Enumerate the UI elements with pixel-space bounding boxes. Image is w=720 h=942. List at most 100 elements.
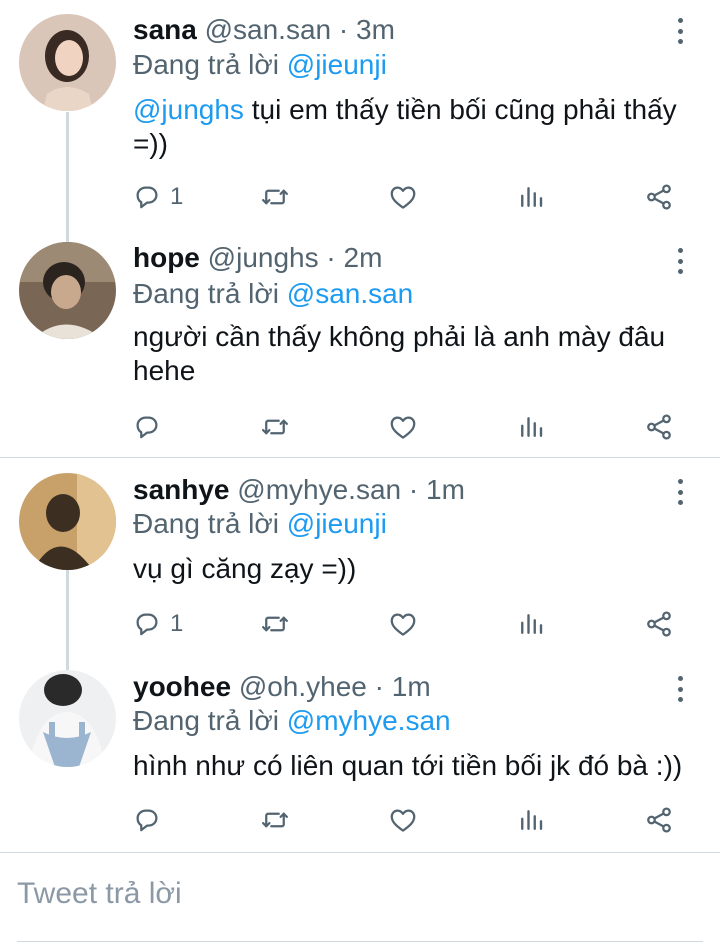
views-button[interactable] [516, 800, 546, 840]
reply-button[interactable]: 1 [132, 177, 183, 217]
reply-button[interactable] [132, 407, 170, 447]
action-bar: 1 [0, 177, 720, 217]
share-icon [644, 805, 674, 835]
user-handle[interactable]: @myhye.san [237, 474, 401, 505]
retweet-icon [260, 805, 290, 835]
like-button[interactable] [388, 800, 418, 840]
like-icon [388, 805, 418, 835]
display-name[interactable]: sana [133, 14, 197, 45]
share-button[interactable] [644, 407, 674, 447]
reply-to-mention[interactable]: @jieunji [287, 508, 387, 539]
tweet-text: vụ gì căng zạy =)) [133, 552, 693, 586]
user-handle[interactable]: @junghs [208, 242, 319, 273]
replying-prefix: Đang trả lời [133, 508, 279, 539]
reply-tweet[interactable]: yoohee @oh.yhee · 1m Đang trả lời @myhye… [0, 655, 720, 850]
tweet-body: hình như có liên quan tới tiền bối jk đó… [133, 750, 683, 781]
reply-tweet[interactable]: sanhye @myhye.san · 1m Đang trả lời @jie… [0, 458, 720, 658]
separator: · [374, 671, 384, 702]
display-name[interactable]: hope [133, 242, 200, 273]
replying-to: Đang trả lời @jieunji [133, 507, 387, 541]
mention-link[interactable]: @junghs [133, 94, 244, 125]
views-button[interactable] [516, 407, 546, 447]
views-icon [516, 412, 546, 442]
views-button[interactable] [516, 604, 546, 644]
timestamp[interactable]: 1m [392, 671, 431, 702]
tweet-body: vụ gì căng zạy =)) [133, 553, 357, 584]
like-icon [388, 412, 418, 442]
reply-icon [132, 412, 162, 442]
reply-to-mention[interactable]: @myhye.san [287, 705, 451, 736]
more-icon[interactable] [668, 246, 692, 276]
separator: · [326, 242, 336, 273]
reply-button[interactable] [132, 800, 170, 840]
more-icon[interactable] [668, 16, 692, 46]
separator: · [338, 14, 349, 45]
retweet-button[interactable] [260, 604, 290, 644]
retweet-button[interactable] [260, 177, 290, 217]
like-button[interactable] [388, 177, 418, 217]
views-icon [516, 182, 546, 212]
reply-icon [132, 609, 162, 639]
reply-to-mention[interactable]: @jieunji [287, 49, 387, 80]
retweet-icon [260, 609, 290, 639]
action-bar: 1 [0, 604, 720, 644]
retweet-icon [260, 182, 290, 212]
replying-to: Đang trả lời @myhye.san [133, 704, 451, 738]
like-button[interactable] [388, 604, 418, 644]
like-button[interactable] [388, 407, 418, 447]
reply-button[interactable]: 1 [132, 604, 183, 644]
avatar[interactable] [19, 14, 116, 111]
share-button[interactable] [644, 604, 674, 644]
reply-composer[interactable]: Tweet trả lời [0, 852, 720, 942]
tweet-header: sanhye @myhye.san · 1m [133, 473, 465, 507]
tweet-text: hình như có liên quan tới tiền bối jk đó… [133, 749, 693, 783]
tweet-body: người cần thấy không phải là anh mày đâu… [133, 321, 666, 386]
separator: · [408, 474, 419, 505]
timestamp[interactable]: 3m [356, 14, 395, 45]
views-icon [516, 805, 546, 835]
replying-prefix: Đang trả lời [133, 49, 279, 80]
tweet-header: yoohee @oh.yhee · 1m [133, 670, 431, 704]
reply-tweet[interactable]: sana @san.san · 3m Đang trả lời @jieunji… [0, 0, 720, 225]
tweet-text: @junghs tụi em thấy tiền bối cũng phải t… [133, 93, 693, 161]
share-button[interactable] [644, 177, 674, 217]
share-icon [644, 182, 674, 212]
share-icon [644, 412, 674, 442]
replying-prefix: Đang trả lời [133, 705, 279, 736]
action-bar [0, 407, 720, 447]
replying-to: Đang trả lời @jieunji [133, 48, 387, 82]
user-handle[interactable]: @oh.yhee [239, 671, 367, 702]
retweet-button[interactable] [260, 800, 290, 840]
avatar[interactable] [19, 242, 116, 339]
avatar[interactable] [19, 473, 116, 570]
share-icon [644, 609, 674, 639]
display-name[interactable]: sanhye [133, 474, 230, 505]
display-name[interactable]: yoohee [133, 671, 231, 702]
more-icon[interactable] [668, 674, 692, 704]
reply-icon [132, 805, 162, 835]
reply-icon [132, 182, 162, 212]
views-button[interactable] [516, 177, 546, 217]
like-icon [388, 609, 418, 639]
user-handle[interactable]: @san.san [205, 14, 332, 45]
replying-to: Đang trả lời @san.san [133, 277, 413, 311]
action-bar [0, 800, 720, 840]
tweet-header: hope @junghs · 2m [133, 241, 382, 275]
tweet-header: sana @san.san · 3m [133, 13, 395, 47]
reply-input[interactable]: Tweet trả lời [17, 877, 182, 911]
retweet-button[interactable] [260, 407, 290, 447]
reply-to-mention[interactable]: @san.san [287, 278, 414, 309]
reply-count: 1 [170, 610, 184, 637]
timestamp[interactable]: 2m [344, 242, 383, 273]
replying-prefix: Đang trả lời [133, 278, 279, 309]
share-button[interactable] [644, 800, 674, 840]
reply-count: 1 [170, 183, 184, 210]
reply-tweet[interactable]: hope @junghs · 2m Đang trả lời @san.san … [0, 228, 720, 456]
views-icon [516, 609, 546, 639]
timestamp[interactable]: 1m [426, 474, 465, 505]
retweet-icon [260, 412, 290, 442]
tweet-text: người cần thấy không phải là anh mày đâu… [133, 320, 693, 388]
more-icon[interactable] [668, 477, 692, 507]
avatar[interactable] [19, 670, 116, 767]
like-icon [388, 182, 418, 212]
